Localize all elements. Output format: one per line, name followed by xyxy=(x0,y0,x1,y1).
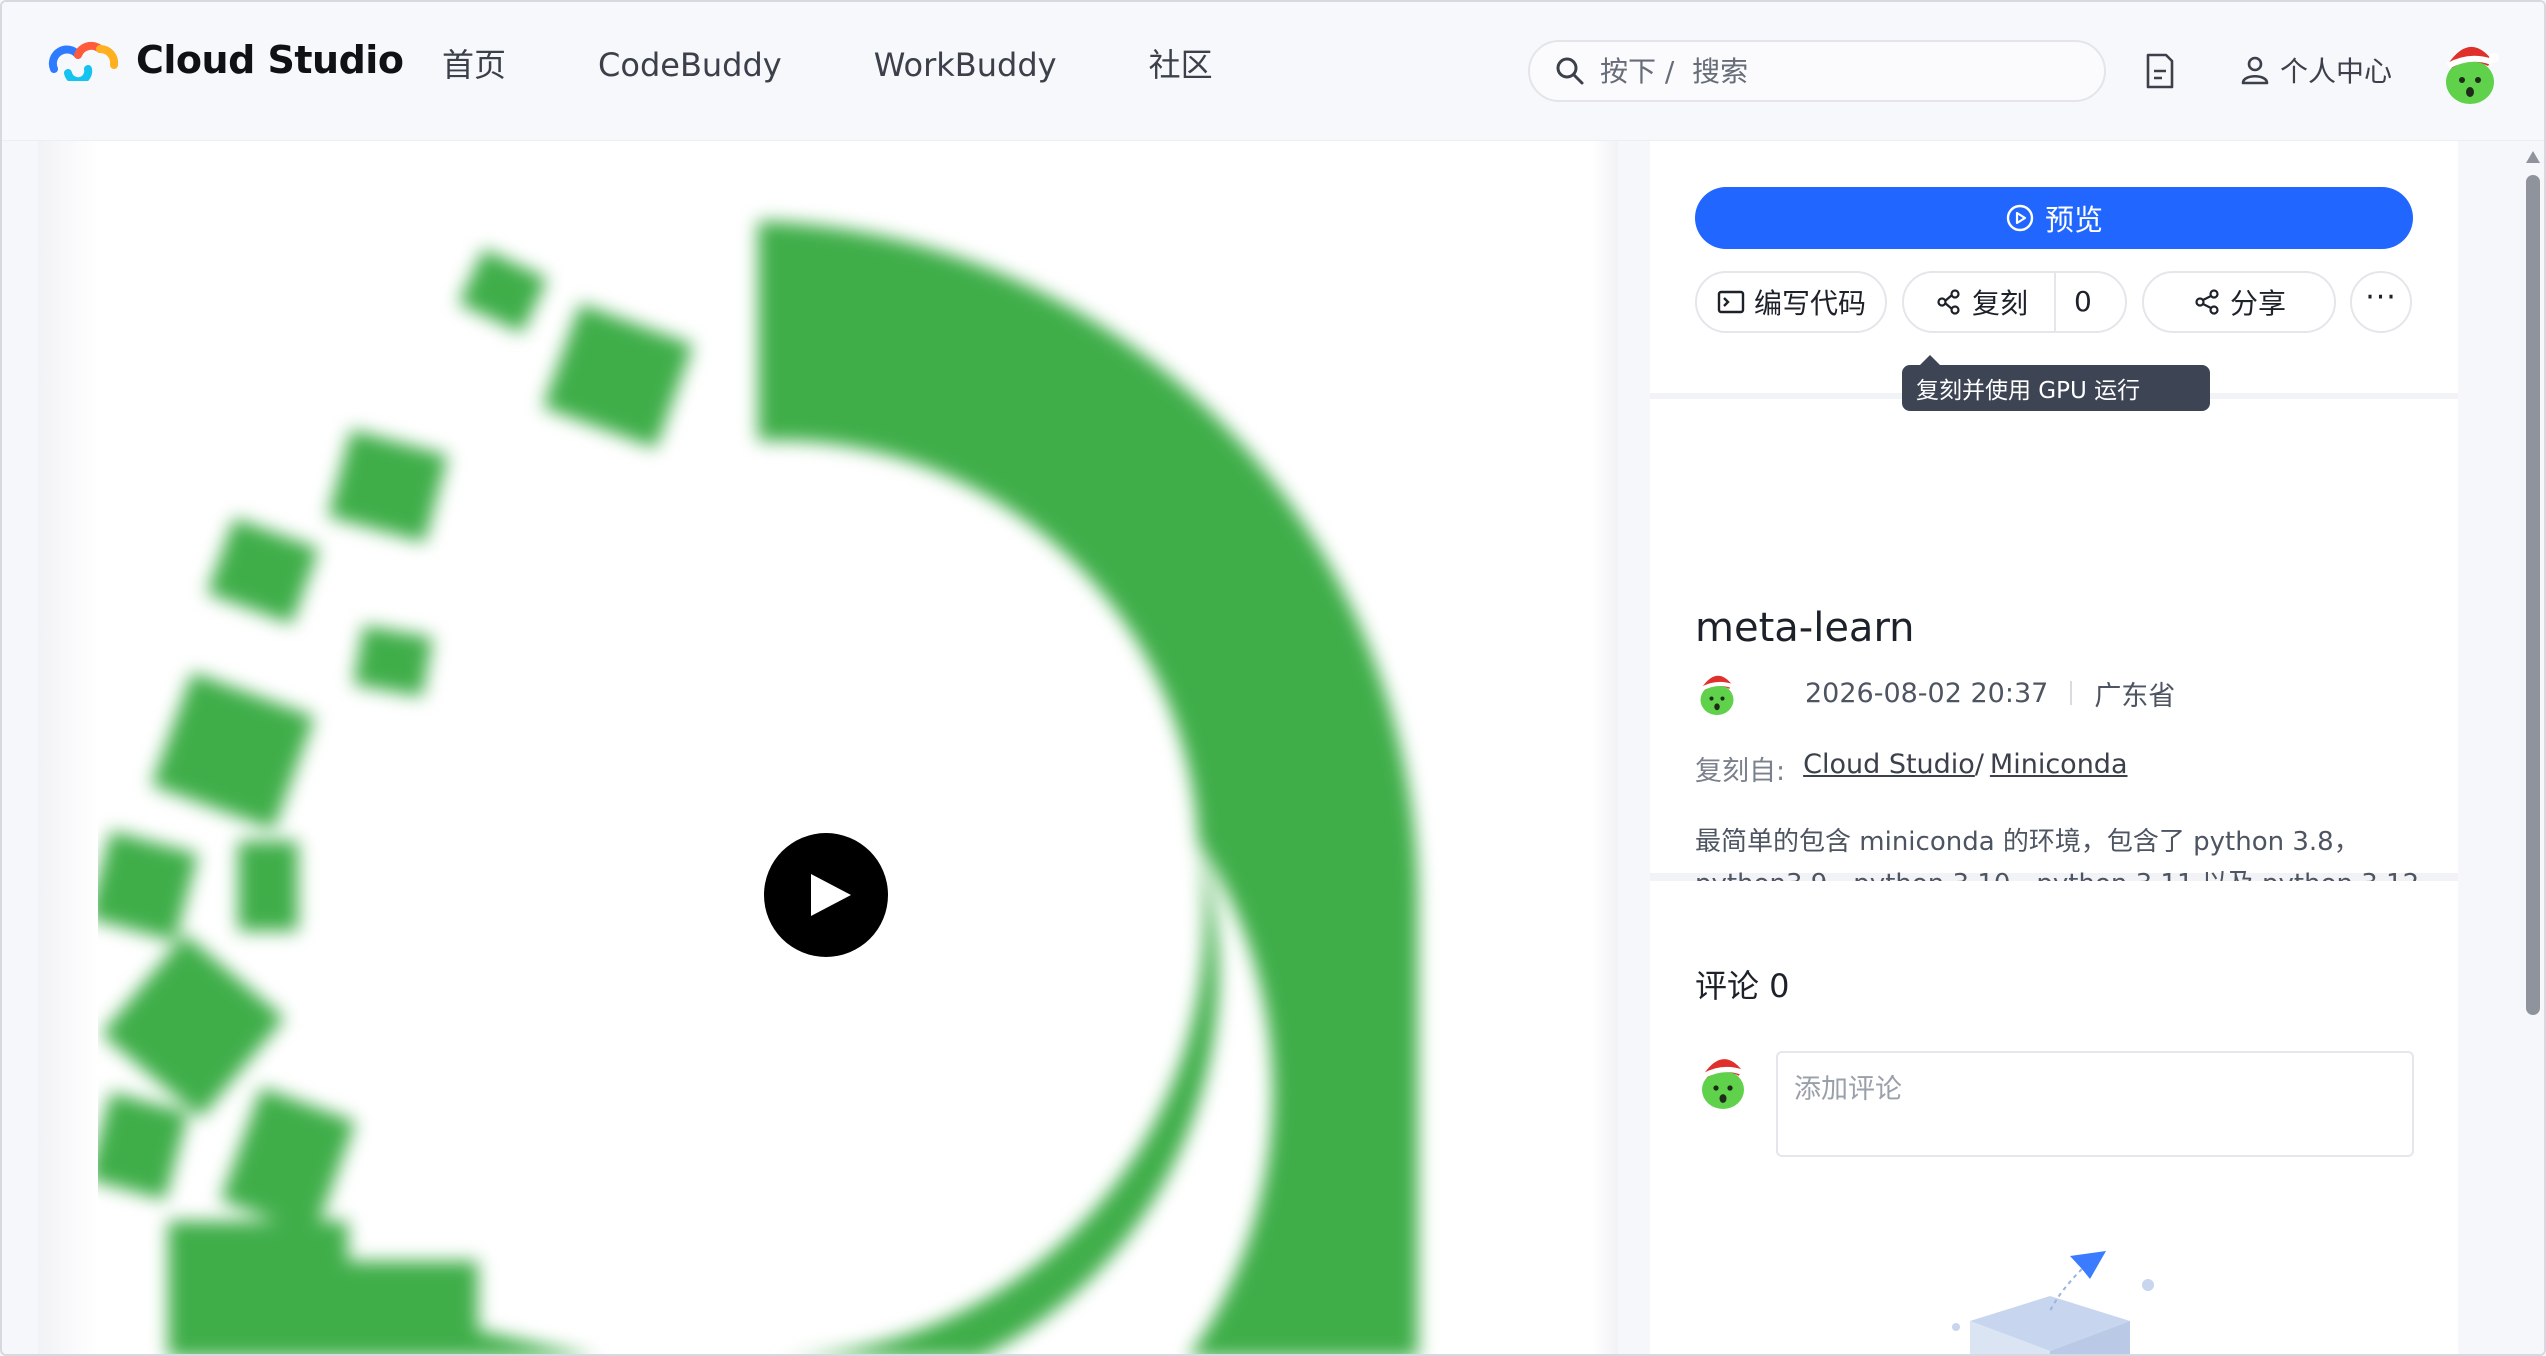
scrollbar-thumb[interactable] xyxy=(2526,175,2540,1015)
terminal-icon xyxy=(1717,290,1745,314)
commenter-avatar xyxy=(1702,1059,1744,1109)
search-input[interactable] xyxy=(1600,54,2080,88)
share-icon xyxy=(2195,289,2219,315)
actions-card: 预览 编写代码 复刻 0 分享 ··· 复刻并使用 GPU 运行 xyxy=(1650,141,2458,411)
author-avatar[interactable] xyxy=(1695,669,1739,717)
logo[interactable]: Cloud Studio xyxy=(48,38,404,82)
project-title: meta-learn xyxy=(1695,605,1915,651)
write-code-button[interactable]: 编写代码 xyxy=(1695,271,1887,333)
nav-codebuddy[interactable]: CodeBuddy xyxy=(598,42,782,88)
preview-button[interactable]: 预览 xyxy=(1695,187,2413,249)
forked-from-label: 复刻自: xyxy=(1695,756,1786,787)
main-nav: 首页 CodeBuddy WorkBuddy 社区 xyxy=(442,42,1305,88)
top-header: Cloud Studio 首页 CodeBuddy WorkBuddy 社区 按… xyxy=(2,2,2544,141)
created-date: 2026-08-02 20:37 xyxy=(1805,677,2049,709)
empty-comments-illustration xyxy=(1952,1251,2154,1354)
comment-input[interactable] xyxy=(1776,1051,2414,1157)
play-button[interactable] xyxy=(764,833,888,957)
fork-label: 复刻 xyxy=(1972,287,2029,320)
play-circle-icon xyxy=(2006,204,2034,232)
scroll-up-arrow-icon[interactable] xyxy=(2526,151,2540,163)
comments-title: 评论 0 xyxy=(1695,967,1790,1005)
project-info-card: meta-learn 2026-08-02 20:37 广东省 复刻自: Clo… xyxy=(1650,399,2458,941)
comments-card: 评论 0 xyxy=(1650,881,2458,1354)
more-button[interactable]: ··· xyxy=(2350,271,2412,333)
page-scrollbar[interactable] xyxy=(2520,141,2544,1354)
personal-center-label: 个人中心 xyxy=(2280,55,2393,88)
cloud-studio-logo-icon xyxy=(48,41,119,81)
search-bar[interactable] xyxy=(1528,40,2106,102)
fork-button[interactable]: 复刻 0 xyxy=(1902,271,2127,333)
nav-workbuddy[interactable]: WorkBuddy xyxy=(874,42,1057,88)
cover-image xyxy=(87,221,1418,1354)
personal-center-link[interactable]: 个人中心 xyxy=(2240,50,2392,90)
play-icon xyxy=(811,874,851,916)
share-label: 分享 xyxy=(2229,287,2286,320)
fork-icon xyxy=(1937,289,1960,315)
project-cover xyxy=(38,141,1618,1354)
forked-repo-link[interactable]: Miniconda xyxy=(1990,749,2128,788)
user-avatar[interactable] xyxy=(2438,38,2502,106)
share-button[interactable]: 分享 xyxy=(2142,271,2336,333)
nav-home[interactable]: 首页 xyxy=(442,42,506,88)
document-icon[interactable] xyxy=(2144,52,2176,90)
app-window: Cloud Studio 首页 CodeBuddy WorkBuddy 社区 按… xyxy=(0,0,2546,1356)
logo-text: Cloud Studio xyxy=(136,38,404,82)
preview-label: 预览 xyxy=(2044,203,2103,237)
nav-community[interactable]: 社区 xyxy=(1149,42,1213,88)
fork-count: 0 xyxy=(2074,285,2092,318)
user-icon xyxy=(2241,56,2269,85)
more-icon: ··· xyxy=(2365,279,2397,315)
project-meta: 2026-08-02 20:37 广东省 xyxy=(1695,669,2175,717)
search-icon xyxy=(1556,57,1584,85)
forked-owner-link[interactable]: Cloud Studio xyxy=(1803,749,1975,788)
location: 广东省 xyxy=(2094,680,2176,712)
forked-separator: / xyxy=(1974,749,1984,780)
write-code-label: 编写代码 xyxy=(1753,287,1866,320)
fork-tooltip: 复刻并使用 GPU 运行 xyxy=(1902,355,2210,411)
project-sidebar: 预览 编写代码 复刻 0 分享 ··· 复刻并使用 GPU 运行 meta-le… xyxy=(1650,141,2458,1354)
forked-from: 复刻自: Cloud Studio / Miniconda xyxy=(1695,749,2128,788)
